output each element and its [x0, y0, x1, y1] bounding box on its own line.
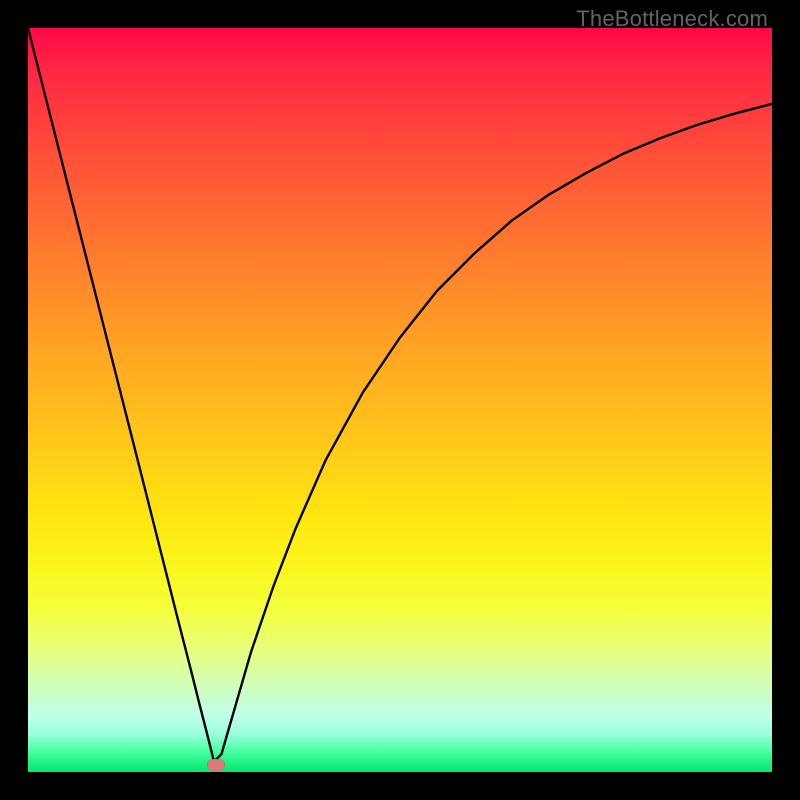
plot-area	[28, 28, 772, 772]
watermark-text: TheBottleneck.com	[576, 6, 768, 32]
chart-container: TheBottleneck.com	[0, 0, 800, 800]
min-point-marker	[207, 759, 225, 771]
bottleneck-curve	[28, 28, 772, 772]
